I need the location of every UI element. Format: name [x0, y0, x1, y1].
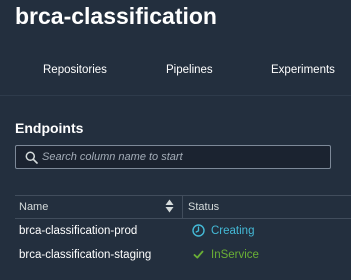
search-box[interactable] [15, 145, 331, 169]
column-divider[interactable] [182, 196, 183, 218]
endpoints-table: Name Status brca-classification-prod Cre… [15, 195, 351, 267]
check-icon [193, 250, 204, 259]
tab-repositories[interactable]: Repositories [43, 64, 107, 76]
endpoint-name[interactable]: brca-classification-staging [19, 249, 151, 261]
tab-divider [0, 95, 351, 96]
clock-icon [192, 224, 205, 237]
table-row[interactable]: brca-classification-staging InService [15, 243, 351, 267]
search-icon [25, 151, 38, 164]
tab-bar: Repositories Pipelines Experiments [0, 64, 351, 80]
tab-experiments[interactable]: Experiments [271, 64, 335, 76]
tab-pipelines[interactable]: Pipelines [166, 64, 213, 76]
column-header-status[interactable]: Status [188, 201, 219, 213]
status-cell: InService [192, 248, 259, 261]
column-header-name[interactable]: Name [19, 201, 48, 213]
page-title: brca-classification [15, 3, 217, 29]
endpoints-heading: Endpoints [15, 120, 84, 136]
status-text: InService [211, 248, 259, 261]
table-row[interactable]: brca-classification-prod Creating [15, 219, 351, 243]
status-cell: Creating [192, 224, 254, 237]
status-text: Creating [211, 224, 255, 237]
table-header: Name Status [15, 195, 351, 219]
endpoint-name[interactable]: brca-classification-prod [19, 225, 137, 237]
sort-icon[interactable] [165, 199, 174, 213]
search-input[interactable] [42, 147, 322, 167]
